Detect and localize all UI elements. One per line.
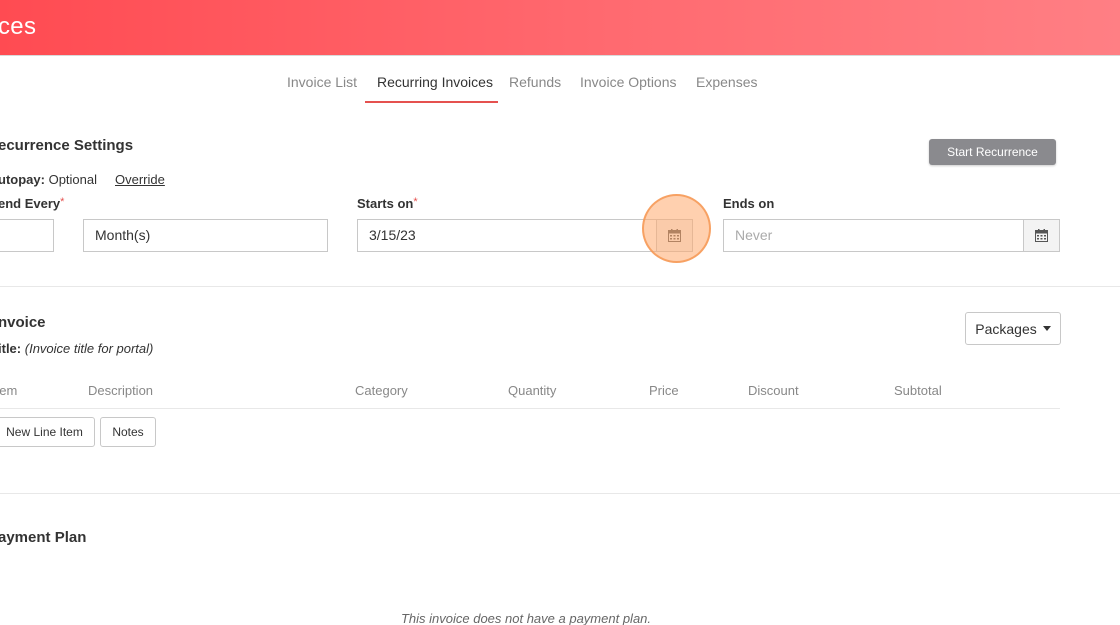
invoice-title-row: itle: (Invoice title for portal)	[0, 341, 153, 356]
active-tab-indicator	[365, 101, 498, 103]
ends-on-calendar-button[interactable]	[1023, 219, 1060, 252]
column-item: Item	[0, 383, 18, 398]
autopay-label: utopay:	[0, 172, 45, 187]
starts-on-label: Starts on*	[357, 196, 418, 211]
tab-expenses[interactable]: Expenses	[696, 66, 757, 104]
payment-plan-empty-text: This invoice does not have a payment pla…	[400, 611, 652, 625]
starts-on-date-input[interactable]: 3/15/23	[357, 219, 657, 252]
recurrence-settings-title: ecurrence Settings	[0, 137, 134, 154]
section-divider	[0, 286, 1120, 287]
invoice-section-title: nvoice	[0, 314, 46, 331]
app-header: ces	[0, 0, 1120, 56]
autopay-value: Optional	[48, 172, 97, 187]
column-price: Price	[649, 383, 679, 398]
new-line-item-button[interactable]: New Line Item	[0, 417, 95, 447]
tab-recurring-invoices[interactable]: Recurring Invoices	[377, 66, 493, 104]
column-subtotal: Subtotal	[894, 383, 942, 398]
calendar-icon	[1035, 229, 1048, 242]
column-discount: Discount	[748, 383, 799, 398]
starts-on-calendar-button[interactable]	[656, 219, 693, 252]
page-title: ces	[0, 13, 37, 40]
ends-on-date-input[interactable]: Never	[723, 219, 1024, 252]
calendar-icon	[668, 229, 681, 242]
autopay-row: utopay: Optional	[0, 172, 97, 187]
column-description: Description	[88, 383, 154, 398]
ends-on-label: Ends on	[723, 196, 775, 211]
start-recurrence-button[interactable]: Start Recurrence	[929, 139, 1056, 165]
tab-refunds[interactable]: Refunds	[509, 66, 561, 104]
send-every-unit-select[interactable]: Month(s)	[83, 219, 328, 252]
column-category: Category	[355, 383, 408, 398]
table-header-divider	[0, 408, 1060, 409]
override-link[interactable]: Override	[115, 172, 165, 187]
packages-dropdown-button[interactable]: Packages	[965, 312, 1061, 345]
tab-bar: Invoice List Recurring Invoices Refunds …	[0, 66, 1120, 106]
notes-button[interactable]: Notes	[100, 417, 156, 447]
section-divider	[0, 493, 1120, 494]
invoice-title-label: itle:	[0, 341, 22, 356]
payment-plan-title: ayment Plan	[0, 529, 87, 546]
invoice-title-placeholder[interactable]: (Invoice title for portal)	[25, 341, 154, 356]
send-every-label: end Every*	[0, 196, 65, 211]
caret-down-icon	[1042, 326, 1051, 331]
send-every-count-input[interactable]	[0, 219, 54, 252]
column-quantity: Quantity	[508, 383, 557, 398]
tab-invoice-list[interactable]: Invoice List	[287, 66, 357, 104]
tab-invoice-options[interactable]: Invoice Options	[580, 66, 677, 104]
